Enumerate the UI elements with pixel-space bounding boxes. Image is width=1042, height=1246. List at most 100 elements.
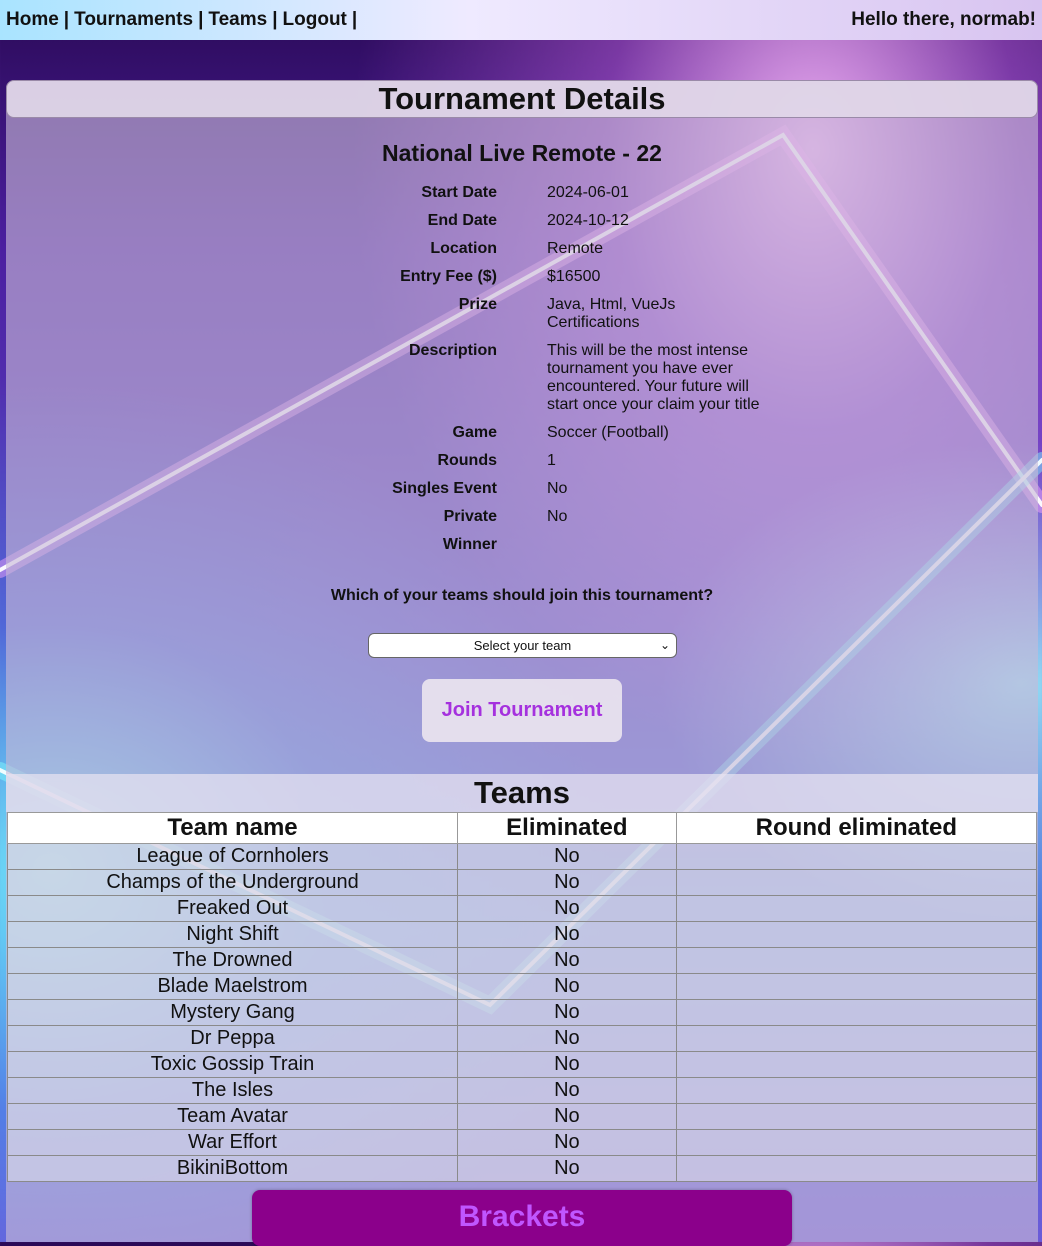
panel-title: Tournament Details [6,80,1038,118]
round-eliminated-cell [675,947,1038,974]
team-name-cell: Blade Maelstrom [7,973,458,1000]
detail-row: End Date 2024-10-12 [6,212,1038,230]
detail-label: Start Date [421,184,497,201]
nav-separator: | [351,9,358,30]
table-row: The Isles No [7,1077,1038,1104]
nav-links: Home | Tournaments | Teams | Logout | [6,9,362,31]
eliminated-cell: No [457,1025,677,1052]
nav-separator: | [198,9,204,30]
eliminated-cell: No [457,947,677,974]
detail-value [547,536,772,554]
team-name-cell: War Effort [7,1129,458,1156]
eliminated-cell: No [457,895,677,922]
eliminated-cell: No [457,921,677,948]
detail-value: No [547,508,568,525]
team-name-cell: The Isles [7,1077,458,1104]
tournament-name: National Live Remote - 22 [382,140,662,166]
eliminated-cell: No [457,999,677,1026]
detail-label: Prize [458,296,497,313]
eliminated-cell: No [457,843,677,870]
join-tournament-button[interactable]: Join Tournament [422,679,622,742]
details-list: Start Date 2024-06-01 End Date 2024-10-12 Lo… [6,184,1038,564]
detail-row: Prize Java, Html, VueJs Certifications [6,296,1038,332]
detail-row: Singles Event No [6,480,1038,498]
round-eliminated-cell [675,1155,1038,1182]
nav-home-link[interactable]: Home [6,9,59,30]
top-nav-bar: Home | Tournaments | Teams | Logout | Hello the… [0,0,1042,40]
team-name-cell: The Drowned [7,947,458,974]
table-row: The Drowned No [7,947,1038,974]
table-row: Night Shift No [7,921,1038,948]
team-name-cell: Dr Peppa [7,1025,458,1052]
team-name-cell: Freaked Out [7,895,458,922]
detail-label: Location [430,240,497,257]
nav-separator: | [272,9,278,30]
round-eliminated-cell [675,999,1038,1026]
round-eliminated-cell [675,1077,1038,1104]
round-eliminated-cell [675,895,1038,922]
chevron-down-icon: ⌄ [659,638,670,652]
table-row: BikiniBottom No [7,1155,1038,1182]
teams-table-body: League of Cornholers No Champs of the Unde… [7,843,1038,1182]
team-name-cell: Toxic Gossip Train [7,1051,458,1078]
brackets-button[interactable]: Brackets [252,1190,792,1246]
table-row: Freaked Out No [7,895,1038,922]
table-row: League of Cornholers No [7,843,1038,870]
eliminated-cell: No [457,1103,677,1130]
round-eliminated-cell [675,869,1038,896]
nav-tournaments-link[interactable]: Tournaments [74,9,193,30]
round-eliminated-cell [675,973,1038,1000]
round-eliminated-cell [675,1103,1038,1130]
teams-table: Team name Eliminated Round eliminated Le… [7,812,1038,1182]
detail-row: Game Soccer (Football) [6,424,1038,442]
column-header-eliminated: Eliminated [457,812,677,844]
round-eliminated-cell [675,921,1038,948]
table-row: Blade Maelstrom No [7,973,1038,1000]
detail-row: Location Remote [6,240,1038,258]
eliminated-cell: No [457,973,677,1000]
detail-row: Winner [6,536,1038,554]
detail-value: This will be the most intense tournament… [547,342,760,413]
detail-row: Description This will be the most intense… [6,342,1038,414]
detail-value: Java, Html, VueJs Certifications [547,296,676,331]
round-eliminated-cell [675,843,1038,870]
detail-value: 2024-06-01 [547,184,629,201]
eliminated-cell: No [457,869,677,896]
teams-section: Teams Team name Eliminated Round elimina… [6,774,1038,1182]
round-eliminated-cell [675,1025,1038,1052]
column-header-round-eliminated: Round eliminated [675,812,1038,844]
eliminated-cell: No [457,1051,677,1078]
detail-label: End Date [427,212,497,229]
detail-label: Game [452,424,497,441]
team-select[interactable]: Select your team ⌄ [368,633,677,658]
detail-label: Rounds [437,452,497,469]
table-row: Team Avatar No [7,1103,1038,1130]
eliminated-cell: No [457,1155,677,1182]
tournament-details-panel: Tournament Details National Live Remote … [6,80,1038,1246]
nav-logout-link[interactable]: Logout [283,9,347,30]
detail-label: Singles Event [392,480,497,497]
team-name-cell: League of Cornholers [7,843,458,870]
detail-label: Private [443,508,497,525]
team-select-value: Select your team [473,638,572,653]
column-header-team-name: Team name [7,812,458,844]
join-question: Which of your teams should join this tou… [330,587,714,604]
table-row: Champs of the Underground No [7,869,1038,896]
team-name-cell: Team Avatar [7,1103,458,1130]
detail-value: No [547,480,568,497]
round-eliminated-cell [675,1129,1038,1156]
eliminated-cell: No [457,1129,677,1156]
table-row: Mystery Gang No [7,999,1038,1026]
team-name-cell: BikiniBottom [7,1155,458,1182]
team-name-cell: Night Shift [7,921,458,948]
detail-label: Description [408,342,497,359]
detail-value: Soccer (Football) [547,424,669,441]
detail-row: Rounds 1 [6,452,1038,470]
detail-value: Remote [547,240,604,257]
table-header-row: Team name Eliminated Round eliminated [7,812,1038,844]
detail-row: Start Date 2024-06-01 [6,184,1038,202]
table-row: Toxic Gossip Train No [7,1051,1038,1078]
team-name-cell: Mystery Gang [7,999,458,1026]
nav-teams-link[interactable]: Teams [208,9,267,30]
detail-row: Entry Fee ($) $16500 [6,268,1038,286]
